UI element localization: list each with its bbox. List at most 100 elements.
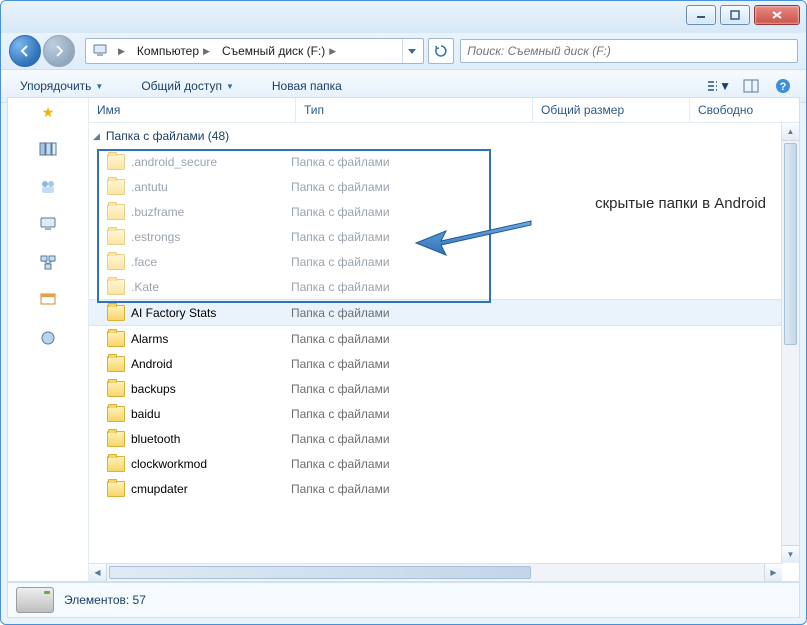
crumb-label: Съемный диск (F:) [222, 44, 325, 58]
file-row[interactable]: backupsПапка с файлами [89, 376, 799, 401]
file-row[interactable]: .android_secureПапка с файлами [89, 149, 799, 174]
explorer-window: ▶ Компьютер▶ Съемный диск (F:)▶ Упорядоч… [0, 0, 807, 625]
maximize-button[interactable] [720, 5, 750, 25]
file-type: Папка с файлами [291, 357, 390, 371]
file-list[interactable]: ◢ Папка с файлами (48) .android_secureПа… [89, 123, 799, 563]
nav-pane[interactable]: ★ [8, 98, 89, 581]
breadcrumb-dropdown[interactable] [402, 39, 421, 63]
file-type: Папка с файлами [291, 205, 390, 219]
folder-icon [107, 204, 125, 220]
search-box[interactable] [460, 39, 798, 63]
file-name: Android [131, 357, 291, 371]
hscroll-track[interactable] [107, 564, 764, 581]
file-row[interactable]: bluetoothПапка с файлами [89, 426, 799, 451]
file-type: Папка с файлами [291, 382, 390, 396]
status-count: 57 [133, 593, 146, 607]
folder-icon [107, 229, 125, 245]
view-button[interactable]: ▼ [706, 74, 732, 98]
file-name: Alarms [131, 332, 291, 346]
crumb-drive[interactable]: Съемный диск (F:)▶ [216, 39, 342, 63]
search-input[interactable] [460, 39, 798, 63]
organize-label: Упорядочить [20, 79, 91, 93]
scroll-left-button[interactable]: ◀ [89, 564, 107, 581]
file-list-area: Имя Тип Общий размер Свободно ◢ Папка с … [89, 98, 799, 581]
file-name: clockworkmod [131, 457, 291, 471]
homegroup-icon[interactable] [38, 177, 58, 195]
folder-icon [107, 456, 125, 472]
folder-icon [107, 481, 125, 497]
file-row[interactable]: baiduПапка с файлами [89, 401, 799, 426]
file-type: Папка с файлами [291, 255, 390, 269]
help-button[interactable]: ? [770, 74, 796, 98]
file-row[interactable]: cmupdaterПапка с файлами [89, 476, 799, 501]
drive-icon [16, 587, 54, 613]
horizontal-scrollbar[interactable]: ◀ ▶ [89, 563, 782, 581]
computer-icon[interactable] [38, 215, 58, 233]
folder-icon [107, 331, 125, 347]
folder-icon [107, 431, 125, 447]
file-name: baidu [131, 407, 291, 421]
file-name: .Kate [131, 280, 291, 294]
organize-button[interactable]: Упорядочить▼ [11, 74, 112, 98]
folder-icon [107, 356, 125, 372]
file-name: .android_secure [131, 155, 291, 169]
preview-pane-button[interactable] [738, 74, 764, 98]
file-type: Папка с файлами [291, 180, 390, 194]
scroll-thumb[interactable] [784, 143, 797, 345]
hscroll-thumb[interactable] [109, 566, 531, 579]
new-folder-button[interactable]: Новая папка [263, 74, 351, 98]
minimize-button[interactable] [686, 5, 716, 25]
col-type[interactable]: Тип [296, 98, 533, 122]
svg-text:?: ? [780, 81, 787, 93]
scroll-down-button[interactable]: ▼ [782, 545, 799, 563]
file-name: AI Factory Stats [131, 306, 291, 320]
crumb-sep[interactable]: ▶ [108, 39, 131, 63]
share-button[interactable]: Общий доступ▼ [132, 74, 243, 98]
file-type: Папка с файлами [291, 432, 390, 446]
group-header[interactable]: ◢ Папка с файлами (48) [89, 123, 799, 149]
scroll-track[interactable] [782, 141, 799, 545]
presentation-icon[interactable] [38, 291, 58, 309]
file-type: Папка с файлами [291, 230, 390, 244]
col-size[interactable]: Общий размер [533, 98, 690, 122]
file-row[interactable]: AndroidПапка с файлами [89, 351, 799, 376]
extra-icon[interactable] [38, 329, 58, 347]
scroll-right-button[interactable]: ▶ [764, 564, 782, 581]
folder-icon [107, 279, 125, 295]
file-name: .antutu [131, 180, 291, 194]
col-name[interactable]: Имя [89, 98, 296, 122]
file-name: bluetooth [131, 432, 291, 446]
folder-icon [107, 254, 125, 270]
status-bar: Элементов: 57 [7, 582, 800, 618]
file-row[interactable]: AI Factory StatsПапка с файлами [89, 299, 799, 326]
file-row[interactable]: .KateПапка с файлами [89, 274, 799, 299]
computer-icon [92, 43, 108, 60]
file-row[interactable]: clockworkmodПапка с файлами [89, 451, 799, 476]
titlebar [1, 1, 806, 33]
back-button[interactable] [9, 35, 41, 67]
file-type: Папка с файлами [291, 457, 390, 471]
annotation-label: скрытые папки в Android [595, 195, 766, 212]
refresh-button[interactable] [428, 38, 454, 64]
breadcrumb[interactable]: ▶ Компьютер▶ Съемный диск (F:)▶ [85, 38, 424, 64]
group-label: Папка с файлами (48) [106, 129, 229, 143]
file-row[interactable]: AlarmsПапка с файлами [89, 326, 799, 351]
network-icon[interactable] [38, 253, 58, 271]
scroll-up-button[interactable]: ▲ [782, 123, 799, 141]
col-free[interactable]: Свободно [690, 98, 799, 122]
library-icon[interactable] [38, 139, 58, 157]
explorer-body: ★ Имя Тип Общий размер Свободно ◢ Папка … [7, 97, 800, 582]
file-type: Папка с файлами [291, 407, 390, 421]
file-name: backups [131, 382, 291, 396]
file-type: Папка с файлами [291, 306, 390, 320]
file-type: Папка с файлами [291, 332, 390, 346]
close-button[interactable] [754, 5, 800, 25]
vertical-scrollbar[interactable]: ▲ ▼ [781, 123, 799, 563]
file-name: .face [131, 255, 291, 269]
file-type: Папка с файлами [291, 155, 390, 169]
new-folder-label: Новая папка [272, 79, 342, 93]
folder-icon [107, 179, 125, 195]
crumb-computer[interactable]: Компьютер▶ [131, 39, 216, 63]
forward-button[interactable] [43, 35, 75, 67]
status-label: Элементов: [64, 593, 129, 607]
